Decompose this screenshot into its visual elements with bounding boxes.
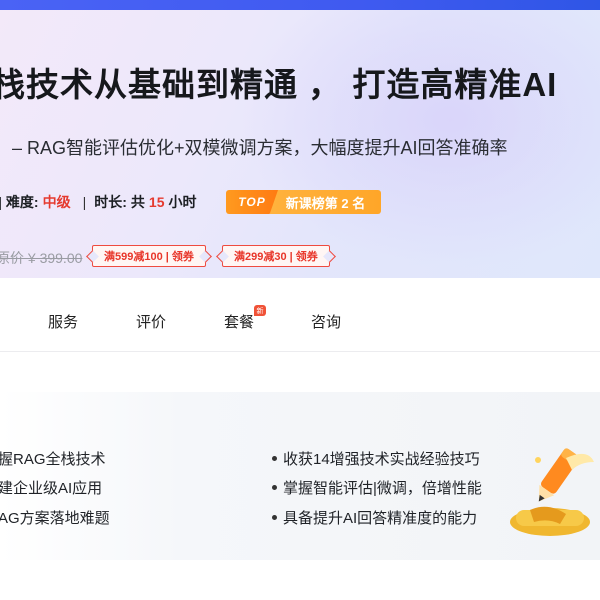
- benefit-item: 收获14增强技术实战经验技巧: [272, 448, 480, 469]
- tab-service[interactable]: 服务: [48, 311, 78, 332]
- benefit-item: 具备提升AI回答精准度的能力: [272, 507, 477, 528]
- tab-package[interactable]: 套餐: [224, 311, 254, 332]
- rank-text: 新课榜第 2 名: [270, 190, 381, 214]
- difficulty-value: 中级: [42, 194, 71, 210]
- meta-separator: |: [82, 194, 87, 210]
- new-badge: 新: [254, 305, 266, 316]
- course-title: 栈技术从基础到精通 ， 打造高精准AI: [0, 66, 558, 103]
- benefit-item: 掌握智能评估|微调，倍增性能: [272, 477, 482, 498]
- benefit-item: 握RAG全栈技术: [0, 451, 106, 468]
- tab-consult[interactable]: 咨询: [311, 311, 341, 332]
- original-price: 原价 ¥ 399.00: [0, 250, 83, 266]
- duration-prefix: 共: [130, 194, 145, 210]
- tab-reviews[interactable]: 评价: [136, 311, 166, 332]
- coupon-599-100[interactable]: 满599减100 | 领券: [92, 245, 206, 267]
- duration-value: 15: [148, 194, 165, 210]
- rank-badge[interactable]: TOP 新课榜第 2 名: [226, 190, 381, 214]
- coupon-299-30[interactable]: 满299减30 | 领券: [222, 245, 330, 267]
- mascot-sparkle: [535, 457, 541, 463]
- duration-label: 时长:: [94, 194, 127, 210]
- benefit-item: AG方案落地难题: [0, 510, 110, 527]
- course-subtitle: – RAG智能评估优化+双模微调方案，大幅度提升AI回答准确率: [12, 138, 508, 158]
- duration-unit: 小时: [168, 194, 197, 210]
- course-tabs: 服务 评价 套餐 咨询: [0, 278, 600, 352]
- benefit-item: 建企业级AI应用: [0, 480, 103, 497]
- rank-top-tag: TOP: [226, 190, 278, 214]
- course-meta: | 难度: 中级 | 时长: 共 15 小时: [0, 190, 196, 214]
- mascot-pencil-icon: [510, 448, 594, 536]
- meta-separator: |: [0, 194, 2, 210]
- difficulty-label: 难度:: [5, 194, 39, 210]
- top-nav-bar: [0, 0, 600, 10]
